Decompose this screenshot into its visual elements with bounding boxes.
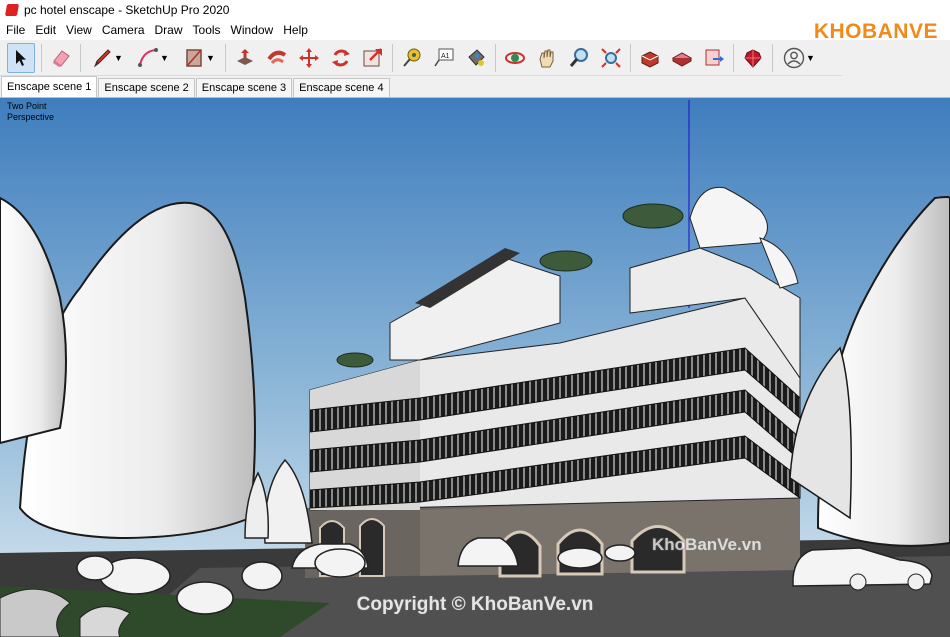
eraser-icon	[53, 49, 70, 67]
toolbar-separator	[733, 43, 734, 72]
arc-tool-button[interactable]: ▼	[133, 45, 173, 71]
ruby-console-icon	[744, 48, 762, 68]
menu-camera[interactable]: Camera	[97, 23, 150, 37]
push-pull-icon	[237, 48, 253, 65]
pan-icon	[539, 49, 554, 67]
khobanve-logo: KHOBANVE	[814, 12, 938, 52]
paint-bucket-icon	[468, 48, 485, 66]
orbit-icon	[505, 51, 525, 64]
extension-warehouse-button[interactable]	[669, 45, 695, 71]
menu-edit[interactable]: Edit	[30, 23, 61, 37]
follow-me-tool-button[interactable]	[264, 45, 290, 71]
chevron-down-icon[interactable]: ▼	[160, 53, 169, 63]
menu-view[interactable]: View	[61, 23, 97, 37]
select-icon	[16, 49, 26, 66]
account-icon	[783, 47, 805, 68]
model-viewport[interactable]: Two Point Perspective Copyright © KhoBan…	[0, 98, 950, 637]
3d-warehouse-icon	[641, 50, 659, 68]
toolbar-separator	[392, 43, 393, 72]
select-tool-button[interactable]	[7, 42, 35, 73]
chevron-down-icon[interactable]: ▼	[114, 53, 123, 63]
tab-enscape-scene-3[interactable]: Enscape scene 3	[195, 78, 293, 97]
menu-help[interactable]: Help	[278, 23, 313, 37]
zoom-tool-button[interactable]	[566, 45, 592, 71]
tape-measure-tool-button[interactable]	[399, 45, 425, 71]
scale-tool-button[interactable]	[360, 45, 386, 71]
camera-mode-label: Two Point Perspective	[7, 101, 54, 123]
send-to-layout-button[interactable]	[701, 45, 727, 71]
camera-mode-line2: Perspective	[7, 112, 55, 122]
model-scene-render	[0, 98, 950, 637]
sketchup-app-icon	[4, 4, 20, 16]
camera-mode-line1: Two Point	[7, 101, 47, 111]
3d-warehouse-button[interactable]	[637, 45, 663, 71]
main-toolbar: ▼ ▼ ▼ A1 ▼	[0, 40, 842, 76]
menu-window[interactable]: Window	[226, 23, 279, 37]
move-icon	[299, 47, 319, 68]
orbit-tool-button[interactable]	[502, 45, 528, 71]
push-pull-tool-button[interactable]	[232, 45, 258, 71]
svg-text:A1: A1	[441, 53, 450, 60]
menu-file[interactable]: File	[0, 23, 30, 37]
toolbar-separator	[772, 43, 773, 72]
tape-measure-icon	[403, 48, 421, 67]
logo-text: KHOBANVE	[813, 20, 938, 43]
pan-tool-button[interactable]	[534, 45, 560, 71]
chevron-down-icon[interactable]: ▼	[806, 53, 815, 63]
window-title: pc hotel enscape - SketchUp Pro 2020	[24, 3, 230, 17]
layout-send-icon	[705, 49, 724, 65]
scene-tabs: Enscape scene 1 Enscape scene 2 Enscape …	[0, 76, 950, 98]
rectangle-icon	[186, 48, 202, 67]
menu-draw[interactable]: Draw	[150, 23, 188, 37]
zoom-icon	[569, 47, 588, 67]
toolbar-separator	[630, 43, 631, 72]
arc-icon	[138, 47, 159, 67]
menu-bar: File Edit View Camera Draw Tools Window …	[0, 20, 950, 40]
title-bar: pc hotel enscape - SketchUp Pro 2020	[0, 0, 950, 20]
ruby-console-button[interactable]	[740, 45, 766, 71]
rotate-icon	[332, 49, 350, 66]
text-icon: A1	[434, 48, 454, 66]
toolbar-separator	[495, 43, 496, 72]
line-tool-button[interactable]: ▼	[87, 45, 127, 71]
scale-icon	[363, 47, 382, 66]
move-tool-button[interactable]	[296, 45, 322, 71]
text-tool-button[interactable]: A1	[431, 45, 457, 71]
pencil-line-icon	[93, 48, 111, 67]
tab-enscape-scene-1[interactable]: Enscape scene 1	[1, 76, 98, 97]
chevron-down-icon[interactable]: ▼	[206, 53, 215, 63]
eraser-tool-button[interactable]	[48, 45, 74, 71]
tab-enscape-scene-2[interactable]: Enscape scene 2	[98, 78, 195, 97]
paint-bucket-tool-button[interactable]	[463, 45, 489, 71]
rotate-tool-button[interactable]	[328, 45, 354, 71]
follow-me-icon	[267, 50, 287, 64]
site-watermark: KhoBanVe.vn	[652, 535, 762, 554]
menu-tools[interactable]: Tools	[188, 23, 226, 37]
tab-enscape-scene-4[interactable]: Enscape scene 4	[293, 78, 390, 97]
zoom-extents-icon	[601, 47, 621, 68]
toolbar-separator	[41, 43, 42, 72]
rectangle-tool-button[interactable]: ▼	[179, 45, 219, 71]
extension-warehouse-icon	[671, 51, 693, 67]
toolbar-separator	[225, 43, 226, 72]
toolbar-separator	[80, 43, 81, 72]
zoom-extents-tool-button[interactable]	[598, 45, 624, 71]
copyright-watermark: Copyright © KhoBanVe.vn	[356, 594, 594, 615]
